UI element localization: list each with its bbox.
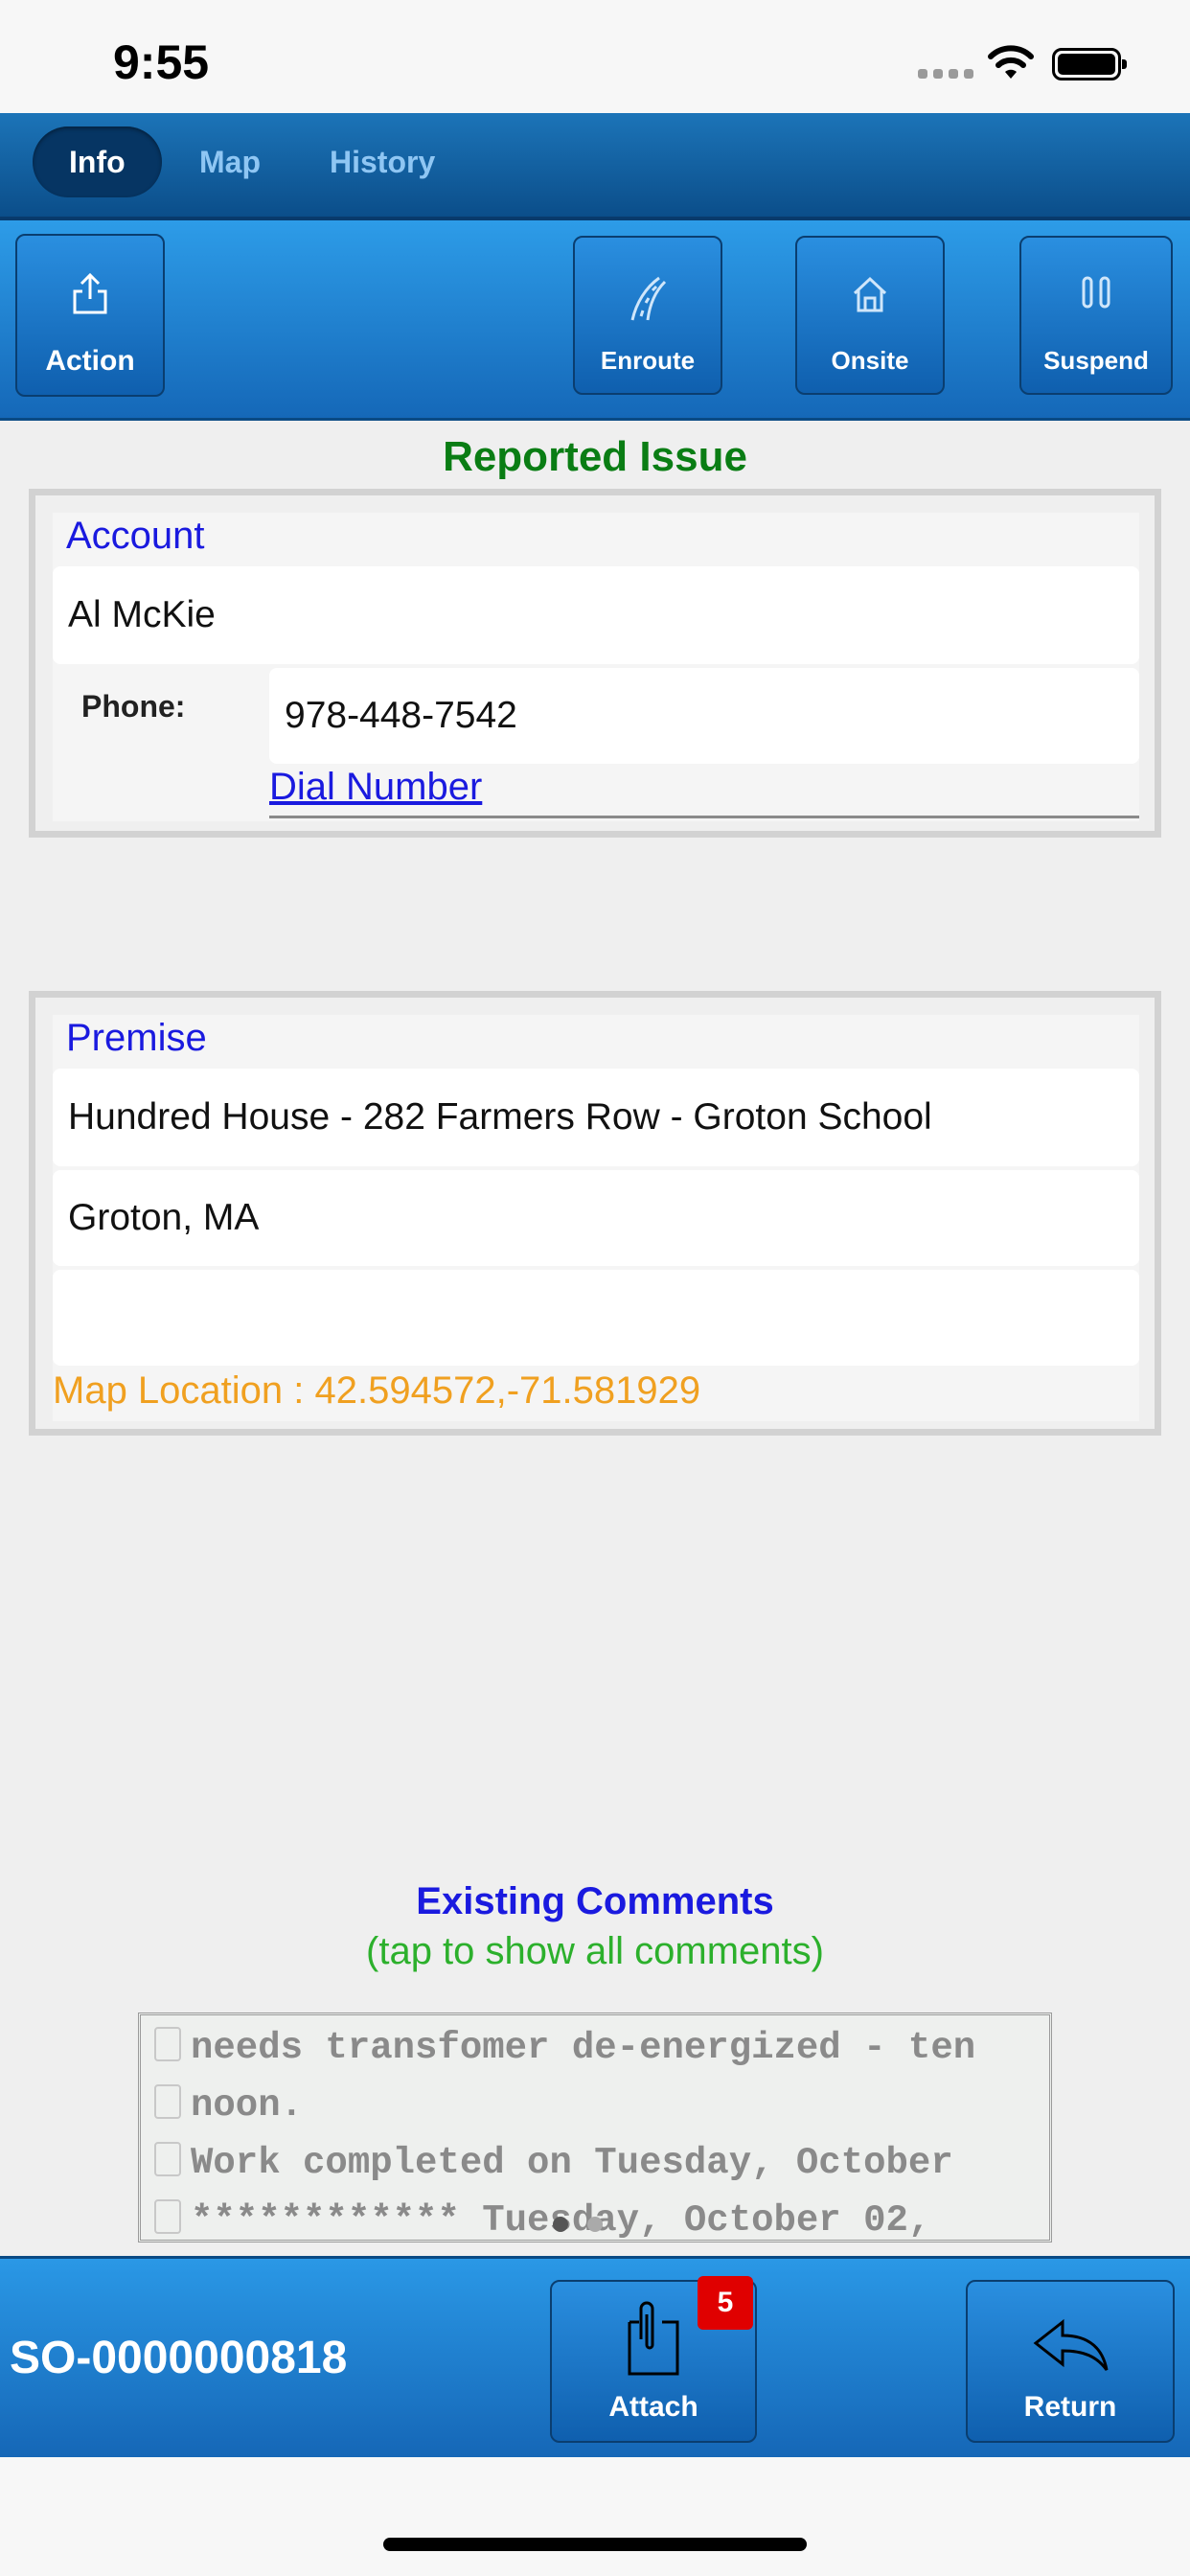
pause-icon xyxy=(1082,276,1110,309)
footer-bar: SO-0000000818 Attach 5 Return xyxy=(0,2256,1190,2460)
home-indicator[interactable] xyxy=(383,2538,807,2551)
tab-history[interactable]: History xyxy=(293,126,471,197)
enroute-label: Enroute xyxy=(600,346,696,375)
reported-issue-heading: Reported Issue xyxy=(443,433,747,480)
wifi-icon xyxy=(988,45,1034,79)
return-label: Return xyxy=(1023,2391,1117,2423)
comment-line: ************ Tuesday, October 02, xyxy=(141,2192,930,2240)
divider xyxy=(269,816,1139,818)
action-label: Action xyxy=(45,345,135,377)
cellular-signal-icon xyxy=(918,69,973,80)
attach-label: Attach xyxy=(608,2391,698,2423)
battery-icon xyxy=(1052,48,1127,80)
page-indicator xyxy=(553,2217,610,2232)
clipboard-icon xyxy=(154,2027,181,2061)
onsite-label: Onsite xyxy=(831,346,909,375)
premise-label: Premise xyxy=(66,1017,207,1059)
premise-address-line3 xyxy=(53,1270,1139,1366)
reply-arrow-icon xyxy=(1033,2318,1109,2371)
suspend-label: Suspend xyxy=(1043,346,1149,375)
road-icon xyxy=(630,276,667,321)
phone-label: Phone: xyxy=(81,689,186,724)
action-toolbar: Action Enroute Onsite Suspend xyxy=(0,220,1190,421)
tab-map[interactable]: Map xyxy=(163,126,297,197)
enroute-button[interactable]: Enroute xyxy=(573,236,722,395)
attachment-icon xyxy=(628,2301,679,2376)
account-panel: Account Al McKie Phone: 978-448-7542 Dia… xyxy=(29,489,1161,838)
tab-info[interactable]: Info xyxy=(33,126,162,197)
home-indicator-area xyxy=(0,2457,1190,2576)
premise-panel: Premise Hundred House - 282 Farmers Row … xyxy=(29,991,1161,1436)
suspend-button[interactable]: Suspend xyxy=(1019,236,1173,395)
existing-comments-title: Existing Comments xyxy=(416,1880,774,1922)
status-bar: 9:55 xyxy=(0,0,1190,113)
share-icon xyxy=(73,272,107,314)
house-icon xyxy=(853,276,887,312)
return-button[interactable]: Return xyxy=(966,2280,1175,2443)
map-location-link[interactable]: Map Location : 42.594572,-71.581929 xyxy=(53,1369,700,1413)
comment-line: Work completed on Tuesday, October xyxy=(141,2134,953,2192)
dial-number-link[interactable]: Dial Number xyxy=(269,766,482,809)
clipboard-icon xyxy=(154,2199,181,2234)
comments-list[interactable]: needs transfomer de-energized - ten noon… xyxy=(138,2012,1052,2242)
tab-bar: Info Map History xyxy=(0,113,1190,220)
action-button[interactable]: Action xyxy=(15,234,165,397)
premise-address-line1: Hundred House - 282 Farmers Row - Groton… xyxy=(53,1069,1139,1166)
account-label: Account xyxy=(66,515,205,557)
comment-line: noon. xyxy=(141,2077,303,2134)
comment-line: needs transfomer de-energized - ten xyxy=(141,2019,975,2077)
attachment-count-badge: 5 xyxy=(698,2276,753,2330)
service-order-id: SO-0000000818 xyxy=(10,2333,348,2383)
clipboard-icon xyxy=(154,2084,181,2119)
status-time: 9:55 xyxy=(113,35,210,89)
account-name-field: Al McKie xyxy=(53,566,1139,664)
premise-address-line2: Groton, MA xyxy=(53,1170,1139,1266)
phone-field: 978-448-7542 xyxy=(269,668,1139,764)
show-all-comments-link[interactable]: (tap to show all comments) xyxy=(0,1930,1190,1973)
onsite-button[interactable]: Onsite xyxy=(795,236,945,395)
clipboard-icon xyxy=(154,2142,181,2176)
